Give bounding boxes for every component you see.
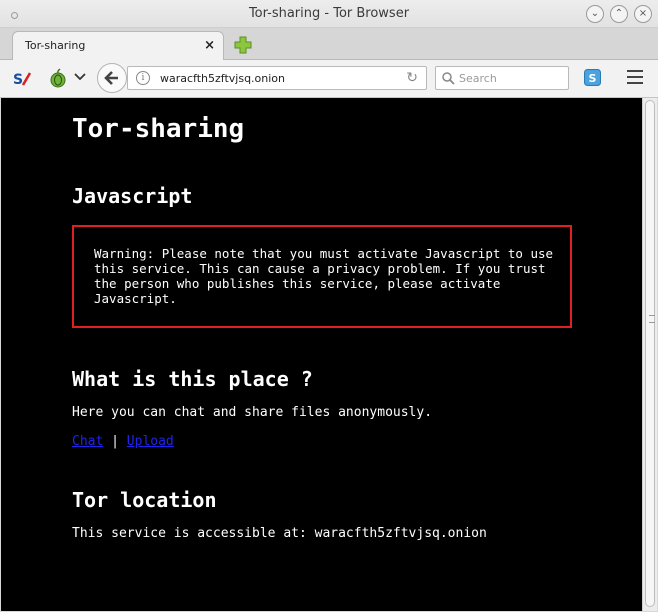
url-bar[interactable]: i waracfth5zftvjsq.onion ↻ — [127, 66, 427, 90]
place-description: Here you can chat and share files anonym… — [72, 405, 433, 420]
tab-close-icon[interactable]: × — [204, 38, 215, 53]
back-arrow-icon — [104, 71, 118, 85]
new-tab-plus-icon[interactable] — [233, 36, 253, 54]
page-content: Tor-sharing Javascript Warning: Please n… — [1, 98, 642, 611]
javascript-warning-text: Warning: Please note that you must activ… — [94, 246, 561, 306]
minimize-button[interactable]: ⌄ — [586, 5, 604, 23]
upload-link[interactable]: Upload — [127, 434, 174, 449]
search-field[interactable]: Search — [435, 66, 569, 90]
javascript-heading: Javascript — [72, 184, 193, 208]
tab-tor-sharing[interactable]: Tor-sharing × — [12, 31, 224, 60]
scrollbar-thumb[interactable] — [645, 100, 655, 607]
search-icon — [442, 72, 455, 85]
noscript-s-icon[interactable]: S — [12, 70, 32, 88]
page-title: Tor-sharing — [72, 114, 245, 144]
location-text: This service is accessible at: waracfth5… — [72, 526, 487, 541]
reload-icon[interactable]: ↻ — [406, 70, 418, 86]
nav-links: Chat | Upload — [72, 434, 174, 449]
window-titlebar: Tor-sharing - Tor Browser ⌄ ⌃ × — [0, 0, 658, 28]
back-button[interactable] — [97, 63, 127, 93]
svg-text:S: S — [589, 72, 597, 85]
tab-label: Tor-sharing — [25, 39, 86, 52]
svg-text:S: S — [13, 72, 23, 88]
window-title: Tor-sharing - Tor Browser — [248, 6, 410, 21]
url-text[interactable]: waracfth5zftvjsq.onion — [160, 72, 285, 85]
link-separator: | — [111, 434, 119, 449]
tab-strip: Tor-sharing × — [0, 28, 658, 60]
scrollbar-grip-icon — [649, 315, 655, 323]
https-everywhere-s-icon[interactable]: S — [584, 69, 601, 86]
tor-location-heading: Tor location — [72, 488, 217, 512]
what-is-this-place-heading: What is this place ? — [72, 367, 313, 391]
javascript-warning-box: Warning: Please note that you must activ… — [72, 225, 572, 328]
tor-onion-icon[interactable] — [49, 68, 67, 88]
hamburger-menu-icon[interactable] — [627, 70, 643, 84]
maximize-button[interactable]: ⌃ — [610, 5, 628, 23]
search-placeholder: Search — [459, 72, 497, 85]
site-info-icon[interactable]: i — [136, 71, 150, 85]
chat-link[interactable]: Chat — [72, 434, 103, 449]
vertical-scrollbar[interactable] — [642, 98, 657, 611]
close-window-button[interactable]: × — [634, 5, 652, 23]
chevron-down-icon[interactable] — [74, 72, 86, 82]
